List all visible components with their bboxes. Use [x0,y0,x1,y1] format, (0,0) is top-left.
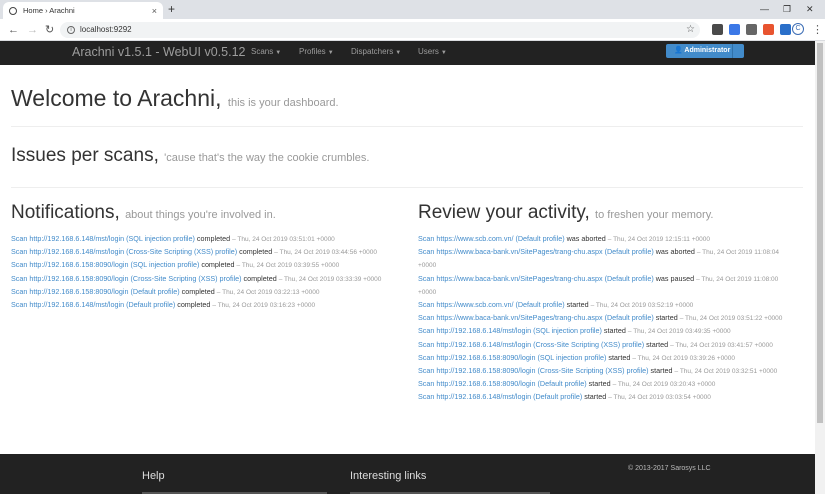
translate-icon[interactable] [729,24,740,35]
maximize-icon[interactable]: ❐ [783,2,791,16]
notifications-list: Scan http://192.168.6.148/mst/login (SQL… [11,233,401,312]
url-text: localhost:9292 [80,25,132,34]
administrator-button[interactable]: 👤 Administrator [666,44,744,58]
list-item: Scan http://192.168.6.158:8090/login (De… [11,286,320,296]
minimize-icon[interactable]: — [760,2,769,16]
page-subtitle: this is your dashboard. [227,97,339,109]
scan-link[interactable]: Scan http://192.168.6.158:8090/login (De… [418,379,587,388]
list-item: Scan https://www.scb.com.vn/ (Default pr… [418,300,694,310]
review-list: Scan https://www.scb.com.vn/ (Default pr… [418,233,798,405]
scan-link[interactable]: Scan http://192.168.6.148/mst/login (Cro… [418,340,644,349]
dropdown-toggle[interactable] [732,44,744,58]
address-bar[interactable]: i localhost:9292 [60,22,700,38]
scrollbar-thumb[interactable] [817,43,823,423]
page-title: Welcome to Arachni, this is your dashboa… [11,85,339,111]
browser-tab[interactable]: Home › Arachni × [3,2,163,19]
list-item: Scan http://192.168.6.158:8090/login (Cr… [11,273,382,283]
avatar[interactable]: C [792,23,804,35]
scan-link[interactable]: Scan https://www.scb.com.vn/ (Default pr… [418,300,565,309]
scan-link[interactable]: Scan https://www.scb.com.vn/ (Default pr… [418,234,565,243]
list-item: Scan https://www.baca-bank.vn/SitePages/… [418,273,779,296]
divider [11,126,803,127]
new-tab-button[interactable]: + [168,2,175,17]
menu-users[interactable]: Users ▼ [418,47,447,56]
footer: Help Interesting links © 2013-2017 Saros… [0,454,815,494]
list-item: Scan http://192.168.6.148/mst/login (SQL… [418,326,731,336]
caret-down-icon: ▼ [327,50,334,56]
user-icon: 👤 [674,47,685,54]
scan-link[interactable]: Scan http://192.168.6.148/mst/login (SQL… [418,326,602,335]
scan-link[interactable]: Scan https://www.baca-bank.vn/SitePages/… [418,247,654,256]
extension-icon[interactable] [712,24,723,35]
list-item: Scan http://192.168.6.148/mst/login (Def… [418,392,711,402]
scan-link[interactable]: Scan http://192.168.6.158:8090/login (De… [11,287,180,296]
list-item: Scan http://192.168.6.148/mst/login (Cro… [418,339,773,349]
vertical-scrollbar[interactable] [815,41,825,494]
list-item: Scan https://www.baca-bank.vn/SitePages/… [418,313,783,323]
menu-scans[interactable]: Scans ▼ [251,47,281,56]
extension-icon[interactable] [746,24,757,35]
info-icon[interactable]: i [67,26,75,34]
forward-icon[interactable]: → [27,22,38,38]
list-item: Scan http://192.168.6.158:8090/login (SQ… [418,352,736,362]
list-item: Scan http://192.168.6.148/mst/login (SQL… [11,234,335,243]
app-navbar: Arachni v1.5.1 - WebUI v0.5.12 Scans ▼ Pr… [0,41,815,65]
extension-icon[interactable] [763,24,774,35]
list-item: Scan https://www.scb.com.vn/ (Default pr… [418,234,710,243]
scan-link[interactable]: Scan https://www.baca-bank.vn/SitePages/… [418,274,654,283]
review-heading: Review your activity, to freshen your me… [418,202,714,223]
scan-link[interactable]: Scan http://192.168.6.148/mst/login (Def… [418,392,582,401]
copyright: © 2013-2017 Sarosys LLC [628,465,711,472]
menu-profiles[interactable]: Profiles ▼ [299,47,334,56]
tab-title: Home › Arachni [23,6,75,15]
divider [11,187,803,188]
list-item: Scan http://192.168.6.158:8090/login (De… [418,379,716,389]
list-item: Scan http://192.168.6.158:8090/login (Cr… [418,366,778,376]
star-icon[interactable]: ☆ [686,22,695,38]
extension-icon[interactable] [780,24,791,35]
menu-icon[interactable]: ⋮ [812,22,823,38]
scan-link[interactable]: Scan http://192.168.6.158:8090/login (SQ… [11,260,199,269]
menu-dispatchers[interactable]: Dispatchers ▼ [351,47,401,56]
caret-down-icon: ▼ [395,50,402,56]
globe-icon [9,6,17,15]
list-item: Scan https://www.baca-bank.vn/SitePages/… [418,247,780,270]
scan-link[interactable]: Scan http://192.168.6.158:8090/login (SQ… [418,353,606,362]
close-icon[interactable]: × [152,6,157,16]
scan-link[interactable]: Scan https://www.baca-bank.vn/SitePages/… [418,313,654,322]
notifications-heading: Notifications, about things you're invol… [11,202,276,223]
caret-down-icon: ▼ [275,50,282,56]
footer-links-heading: Interesting links [350,470,427,482]
scan-link[interactable]: Scan http://192.168.6.148/mst/login (SQL… [11,234,195,243]
scan-link[interactable]: Scan http://192.168.6.148/mst/login (Cro… [11,247,237,256]
brand-title[interactable]: Arachni v1.5.1 - WebUI v0.5.12 [72,45,245,59]
list-item: Scan http://192.168.6.148/mst/login (Cro… [11,247,377,257]
scan-link[interactable]: Scan http://192.168.6.148/mst/login (Def… [11,300,175,309]
browser-tabstrip: Home › Arachni × + — ❐ ✕ [0,0,825,19]
footer-help-heading: Help [142,470,165,482]
dashboard-content: Welcome to Arachni, this is your dashboa… [0,65,815,454]
back-icon[interactable]: ← [8,22,19,38]
list-item: Scan http://192.168.6.148/mst/login (Def… [11,300,316,310]
browser-toolbar: ← → ↻ i localhost:9292 ☆ C ⋮ [0,19,825,41]
scan-link[interactable]: Scan http://192.168.6.158:8090/login (Cr… [418,366,649,375]
reload-icon[interactable]: ↻ [45,22,54,38]
issues-heading: Issues per scans, 'cause that's the way … [11,145,370,166]
caret-down-icon: ▼ [440,50,447,56]
list-item: Scan http://192.168.6.158:8090/login (SQ… [11,260,340,270]
scan-link[interactable]: Scan http://192.168.6.158:8090/login (Cr… [11,274,242,283]
window-close-icon[interactable]: ✕ [806,2,814,16]
